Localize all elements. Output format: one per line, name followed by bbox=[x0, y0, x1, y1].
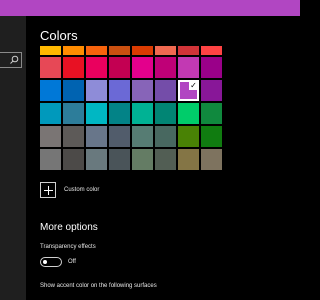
add-icon[interactable] bbox=[40, 182, 56, 198]
color-swatch-3-4[interactable] bbox=[132, 103, 153, 124]
color-swatch-3-1[interactable] bbox=[63, 103, 84, 124]
color-swatch-0-0[interactable] bbox=[40, 46, 61, 55]
color-swatch-4-5[interactable] bbox=[155, 126, 176, 147]
color-swatch-1-1[interactable] bbox=[63, 57, 84, 78]
color-swatch-1-5[interactable] bbox=[155, 57, 176, 78]
color-swatch-1-0[interactable] bbox=[40, 57, 61, 78]
color-swatch-3-7[interactable] bbox=[201, 103, 222, 124]
color-swatch-5-0[interactable] bbox=[40, 149, 61, 170]
color-swatch-1-4[interactable] bbox=[132, 57, 153, 78]
color-swatch-0-5[interactable] bbox=[155, 46, 176, 55]
color-swatch-2-4[interactable] bbox=[132, 80, 153, 101]
color-swatch-0-6[interactable] bbox=[178, 46, 199, 55]
color-swatch-0-7[interactable] bbox=[201, 46, 222, 55]
toggle-knob bbox=[43, 260, 47, 264]
transparency-toggle[interactable] bbox=[40, 257, 62, 267]
color-swatch-3-0[interactable] bbox=[40, 103, 61, 124]
color-swatch-0-1[interactable] bbox=[63, 46, 84, 55]
title-bar bbox=[0, 0, 300, 16]
checkmark-icon: ✓ bbox=[189, 81, 198, 90]
color-swatch-4-2[interactable] bbox=[86, 126, 107, 147]
color-swatch-2-2[interactable] bbox=[86, 80, 107, 101]
accent-color-grid: ✓ bbox=[40, 46, 222, 170]
color-swatch-2-0[interactable] bbox=[40, 80, 61, 101]
color-swatch-2-5[interactable] bbox=[155, 80, 176, 101]
color-swatch-1-2[interactable] bbox=[86, 57, 107, 78]
more-options-heading: More options bbox=[40, 222, 98, 233]
colors-title: Colors bbox=[40, 28, 78, 43]
color-swatch-3-2[interactable] bbox=[86, 103, 107, 124]
color-swatch-2-1[interactable] bbox=[63, 80, 84, 101]
color-swatch-1-6[interactable] bbox=[178, 57, 199, 78]
color-swatch-3-5[interactable] bbox=[155, 103, 176, 124]
custom-color-option[interactable]: Custom color bbox=[40, 182, 99, 198]
color-swatch-0-3[interactable] bbox=[109, 46, 130, 55]
color-swatch-1-3[interactable] bbox=[109, 57, 130, 78]
color-swatch-0-2[interactable] bbox=[86, 46, 107, 55]
color-swatch-4-4[interactable] bbox=[132, 126, 153, 147]
transparency-state: Off bbox=[68, 259, 76, 265]
color-swatch-3-6[interactable] bbox=[178, 103, 199, 124]
color-swatch-5-1[interactable] bbox=[63, 149, 84, 170]
color-swatch-4-6[interactable] bbox=[178, 126, 199, 147]
color-swatch-4-7[interactable] bbox=[201, 126, 222, 147]
color-swatch-3-3[interactable] bbox=[109, 103, 130, 124]
color-swatch-5-6[interactable] bbox=[178, 149, 199, 170]
color-swatch-1-7[interactable] bbox=[201, 57, 222, 78]
transparency-label: Transparency effects bbox=[40, 244, 96, 250]
search-input[interactable] bbox=[0, 52, 22, 68]
color-swatch-2-6[interactable]: ✓ bbox=[178, 80, 199, 101]
color-swatch-5-4[interactable] bbox=[132, 149, 153, 170]
color-swatch-5-2[interactable] bbox=[86, 149, 107, 170]
color-swatch-5-7[interactable] bbox=[201, 149, 222, 170]
custom-color-label: Custom color bbox=[64, 187, 100, 193]
color-swatch-0-4[interactable] bbox=[132, 46, 153, 55]
color-swatch-5-5[interactable] bbox=[155, 149, 176, 170]
color-swatch-5-3[interactable] bbox=[109, 149, 130, 170]
color-swatch-4-3[interactable] bbox=[109, 126, 130, 147]
color-swatch-2-7[interactable] bbox=[201, 80, 222, 101]
color-swatch-4-0[interactable] bbox=[40, 126, 61, 147]
accent-surfaces-label: Show accent color on the following surfa… bbox=[40, 283, 157, 289]
color-swatch-2-3[interactable] bbox=[109, 80, 130, 101]
color-swatch-4-1[interactable] bbox=[63, 126, 84, 147]
